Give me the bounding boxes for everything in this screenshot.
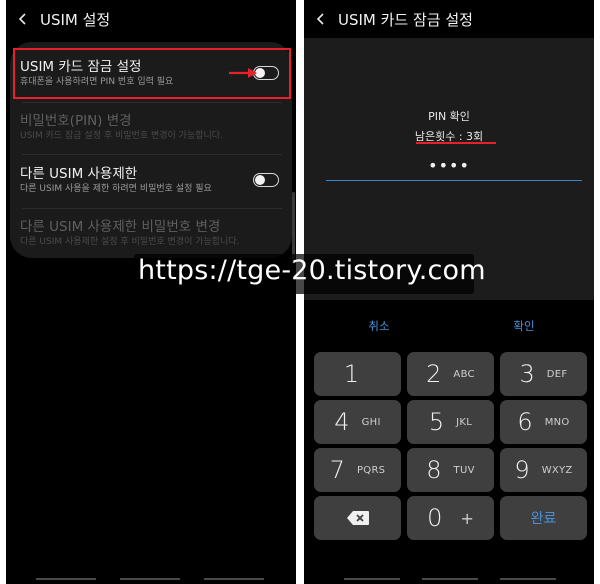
backspace-icon [346, 511, 369, 525]
nav-bar-segment [36, 578, 96, 580]
key-2[interactable]: 2 ABC [407, 352, 494, 396]
cancel-button[interactable]: 취소 [309, 318, 449, 334]
pin-confirm-label: PIN 확인 [428, 110, 470, 123]
key-3[interactable]: 3 DEF [500, 352, 587, 396]
key-digit: 1 [343, 360, 360, 388]
key-8[interactable]: 8 TUV [407, 448, 494, 492]
key-letters: MNO [544, 416, 570, 428]
key-letters: GHI [361, 416, 381, 428]
divider [22, 208, 282, 209]
key-letters: ABC [453, 368, 475, 380]
numeric-keypad: 취소 확인 1 2 ABC 3 DEF 4 GHI 5 JKL 6 MNO 7 … [304, 312, 594, 584]
annotation-underline [416, 142, 496, 144]
key-letters: WXYZ [541, 464, 573, 476]
back-arrow-icon [316, 13, 324, 25]
pin-input-underline [326, 180, 582, 181]
key-7[interactable]: 7 PQRS [314, 448, 401, 492]
divider [22, 102, 282, 103]
key-9[interactable]: 9 WXYZ [500, 448, 587, 492]
pin-top-bar: USIM 카드 잠금 설정 [304, 0, 594, 38]
back-button[interactable] [304, 0, 338, 38]
key-letters: JKL [456, 416, 473, 428]
confirm-button[interactable]: 확인 [454, 318, 594, 334]
nav-bar-segment [204, 578, 264, 580]
restrict-usim-password-row[interactable]: 다른 USIM 사용제한 비밀번호 변경 다른 USIM 사용제한 설정 후 비… [10, 218, 292, 249]
pin-input[interactable]: •••• [304, 156, 594, 175]
key-digit: 8 [426, 456, 442, 484]
key-6[interactable]: 6 MNO [500, 400, 587, 444]
row-subtitle: USIM 카드 잠금 설정 후 비밀번호 변경이 가능합니다. [20, 131, 223, 141]
key-4[interactable]: 4 GHI [314, 400, 401, 444]
nav-bar-segment [422, 578, 478, 580]
done-label: 완료 [530, 511, 557, 527]
key-letters: TUV [453, 464, 475, 476]
row-title: 다른 USIM 사용제한 [20, 166, 138, 182]
row-title: 비밀번호(PIN) 변경 [20, 113, 132, 129]
nav-bar-segment [120, 578, 180, 580]
row-subtitle: 다른 USIM 사용제한 설정 후 비밀번호 변경이 가능합니다. [20, 237, 240, 247]
backspace-key[interactable] [314, 496, 401, 540]
annotation-arrow-icon [229, 68, 257, 78]
page-title: USIM 설정 [40, 10, 111, 29]
key-0[interactable]: 0 + [407, 496, 494, 540]
key-digit: 3 [519, 360, 535, 388]
done-key[interactable]: 완료 [500, 496, 587, 540]
back-arrow-icon [18, 13, 26, 25]
page-title: USIM 카드 잠금 설정 [338, 10, 473, 29]
key-letters: DEF [546, 368, 568, 380]
key-letters: PQRS [356, 464, 386, 476]
key-1[interactable]: 1 [314, 352, 401, 396]
restrict-other-usim-toggle[interactable] [253, 173, 279, 187]
row-subtitle: 다른 USIM 사용을 제한 하려면 비밀번호 설정 필요 [20, 184, 212, 194]
key-digit: 2 [426, 360, 442, 388]
key-plus: + [460, 508, 474, 528]
key-digit: 7 [329, 456, 345, 484]
toggle-knob [255, 174, 265, 185]
nav-bar-segment [344, 578, 400, 580]
key-5[interactable]: 5 JKL [407, 400, 494, 444]
key-digit: 0 [427, 504, 443, 532]
watermark-text: https://tge-20.tistory.com [138, 255, 486, 286]
back-button[interactable] [6, 0, 40, 38]
key-digit: 9 [514, 456, 530, 484]
settings-top-bar: USIM 설정 [6, 0, 296, 38]
restrict-other-usim-row[interactable]: 다른 USIM 사용제한 다른 USIM 사용을 제한 하려면 비밀번호 설정 … [10, 165, 292, 196]
nav-bar-segment [500, 578, 556, 580]
key-digit: 6 [517, 408, 533, 436]
row-title: 다른 USIM 사용제한 비밀번호 변경 [20, 219, 221, 235]
key-digit: 4 [334, 408, 350, 436]
change-pin-row[interactable]: 비밀번호(PIN) 변경 USIM 카드 잠금 설정 후 비밀번호 변경이 가능… [10, 112, 292, 143]
key-digit: 5 [428, 408, 445, 436]
divider [22, 154, 282, 155]
